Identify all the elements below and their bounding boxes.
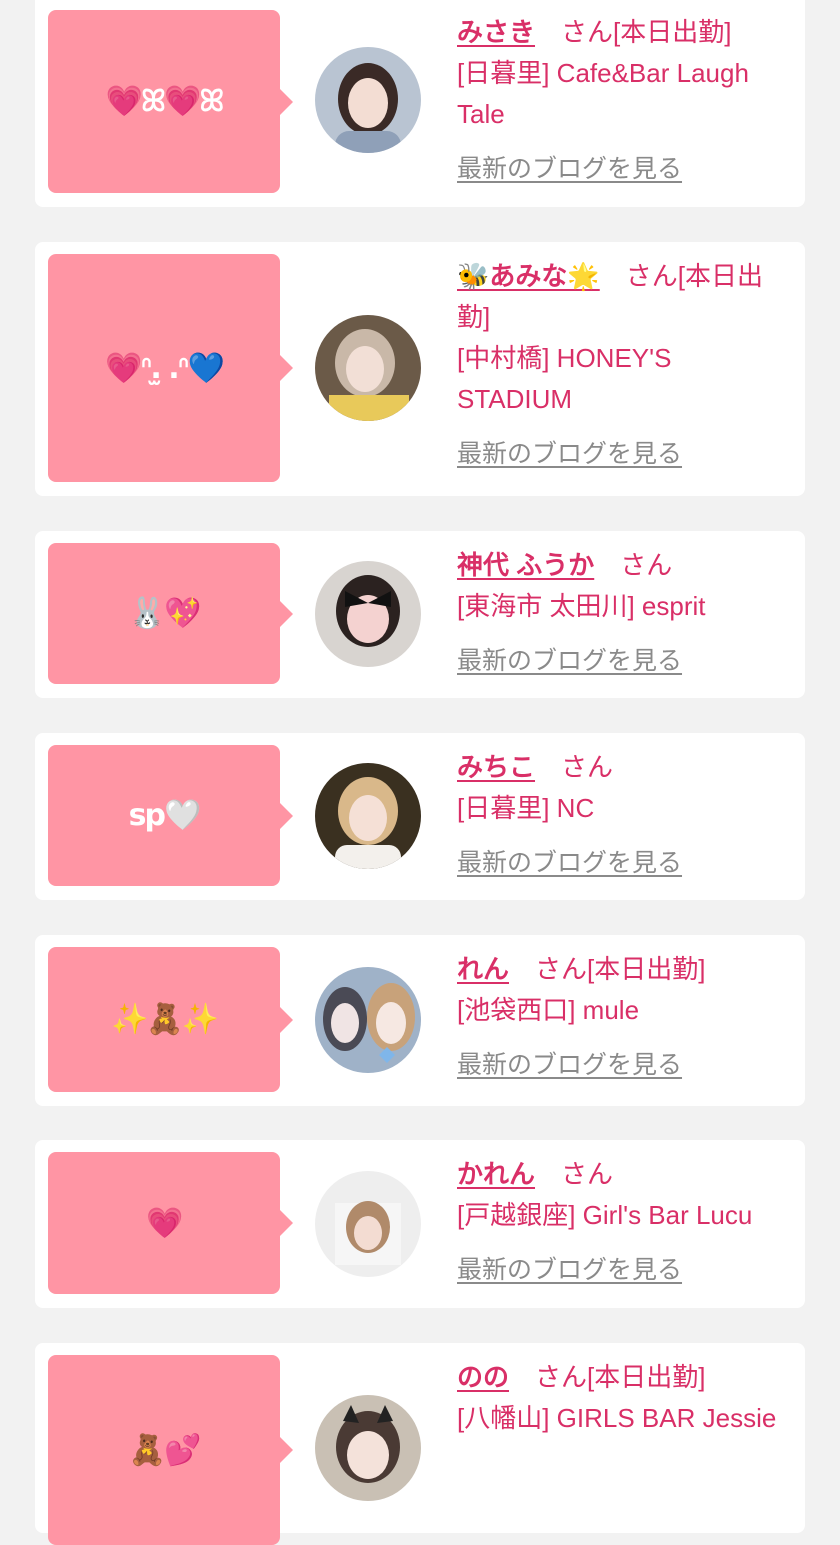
latest-blog-link[interactable]: 最新のブログを見る: [457, 641, 682, 682]
bubble-text: 💗ᐢ.̫ .ᐢ💙: [105, 350, 225, 386]
blog-card: 💗 かれん さん [戸越銀座] Girl's Bar Lucu 最新のブログを見る: [35, 1140, 805, 1308]
suffix: さん: [561, 1159, 614, 1189]
avatar[interactable]: [315, 1395, 421, 1501]
shop-name: [八幡山] GIRLS BAR Jessie: [457, 1403, 777, 1433]
suffix: さん: [535, 954, 588, 984]
girl-name-link[interactable]: 🐝あみな🌟: [457, 261, 600, 291]
blog-card: 🐰💖 神代 ふうか さん [東海市 太田川] esprit 最新のブログを見る: [35, 531, 805, 698]
shop-name: [中村橋] HONEY'S STADIUM: [457, 343, 672, 414]
suffix: さん: [620, 550, 673, 580]
bubble-text: 🐰💖: [128, 596, 202, 631]
latest-blog-link[interactable]: 最新のブログを見る: [457, 434, 682, 475]
blog-card: 🧸💕 のの さん[本日出勤] [八幡山] GIRLS BAR Jessie: [35, 1343, 805, 1545]
message-bubble[interactable]: 💗ꕤ💗ꕤ: [48, 10, 293, 193]
attendance-status: [本日出勤]: [587, 1362, 706, 1392]
latest-blog-link[interactable]: 最新のブログを見る: [457, 1045, 682, 1086]
shop-name: [東海市 太田川] esprit: [457, 591, 706, 621]
bubble-text: ✨🧸✨: [110, 1002, 219, 1037]
girl-name-link[interactable]: のの: [457, 1362, 509, 1392]
latest-blog-link[interactable]: 最新のブログを見る: [457, 843, 682, 884]
latest-blog-link[interactable]: 最新のブログを見る: [457, 149, 682, 190]
attendance-status: [本日出勤]: [613, 17, 732, 47]
message-bubble[interactable]: 💗: [48, 1152, 293, 1294]
bubble-text: sp🤍: [128, 798, 202, 833]
card-info: 神代 ふうか さん [東海市 太田川] esprit 最新のブログを見る: [457, 545, 792, 682]
suffix: さん: [535, 1362, 588, 1392]
shop-name: [日暮里] NC: [457, 793, 595, 823]
latest-blog-link[interactable]: 最新のブログを見る: [457, 1250, 682, 1291]
bubble-text: 🧸💕: [128, 1432, 202, 1468]
avatar[interactable]: [315, 561, 421, 667]
shop-name: [池袋西口] mule: [457, 995, 640, 1025]
message-bubble[interactable]: 🧸💕: [48, 1355, 293, 1545]
blog-card: ✨🧸✨ れん さん[本日出勤] [池袋西口] mule 最新のブログを見る: [35, 935, 805, 1106]
message-bubble[interactable]: sp🤍: [48, 745, 293, 886]
shop-name: [戸越銀座] Girl's Bar Lucu: [457, 1200, 753, 1230]
card-info: のの さん[本日出勤] [八幡山] GIRLS BAR Jessie: [457, 1357, 792, 1439]
blog-card: 💗ꕤ💗ꕤ みさき さん[本日出勤] [日暮里] Cafe&Bar Laugh Ta…: [35, 0, 805, 207]
card-info: かれん さん [戸越銀座] Girl's Bar Lucu 最新のブログを見る: [457, 1154, 792, 1291]
message-bubble[interactable]: 🐰💖: [48, 543, 293, 684]
blog-card-list: 💗ꕤ💗ꕤ みさき さん[本日出勤] [日暮里] Cafe&Bar Laugh Ta…: [0, 0, 840, 1545]
message-bubble[interactable]: 💗ᐢ.̫ .ᐢ💙: [48, 254, 293, 482]
suffix: さん: [561, 752, 614, 782]
shop-name: [日暮里] Cafe&Bar Laugh Tale: [457, 58, 749, 129]
avatar[interactable]: [315, 1171, 421, 1277]
avatar[interactable]: [315, 763, 421, 869]
blog-card: 💗ᐢ.̫ .ᐢ💙 🐝あみな🌟 さん[本日出勤] [中村橋] HONEY'S STA…: [35, 242, 805, 496]
suffix: さん: [561, 17, 614, 47]
attendance-status: [本日出勤]: [587, 954, 706, 984]
card-info: みちこ さん [日暮里] NC 最新のブログを見る: [457, 747, 792, 884]
bubble-text: 💗: [146, 1205, 183, 1241]
message-bubble[interactable]: ✨🧸✨: [48, 947, 293, 1092]
suffix: さん: [625, 261, 678, 291]
card-info: 🐝あみな🌟 さん[本日出勤] [中村橋] HONEY'S STADIUM 最新のブ…: [457, 256, 792, 475]
girl-name-link[interactable]: みちこ: [457, 752, 535, 782]
girl-name-link[interactable]: れん: [457, 954, 509, 984]
card-info: れん さん[本日出勤] [池袋西口] mule 最新のブログを見る: [457, 949, 792, 1086]
avatar[interactable]: [315, 967, 421, 1073]
card-info: みさき さん[本日出勤] [日暮里] Cafe&Bar Laugh Tale 最新…: [457, 12, 792, 190]
bubble-text: 💗ꕤ💗ꕤ: [105, 84, 225, 119]
girl-name-link[interactable]: 神代 ふうか: [457, 550, 594, 580]
girl-name-link[interactable]: かれん: [457, 1159, 535, 1189]
girl-name-link[interactable]: みさき: [457, 17, 535, 47]
avatar[interactable]: [315, 315, 421, 421]
avatar[interactable]: [315, 47, 421, 153]
blog-card: sp🤍 みちこ さん [日暮里] NC 最新のブログを見る: [35, 733, 805, 900]
